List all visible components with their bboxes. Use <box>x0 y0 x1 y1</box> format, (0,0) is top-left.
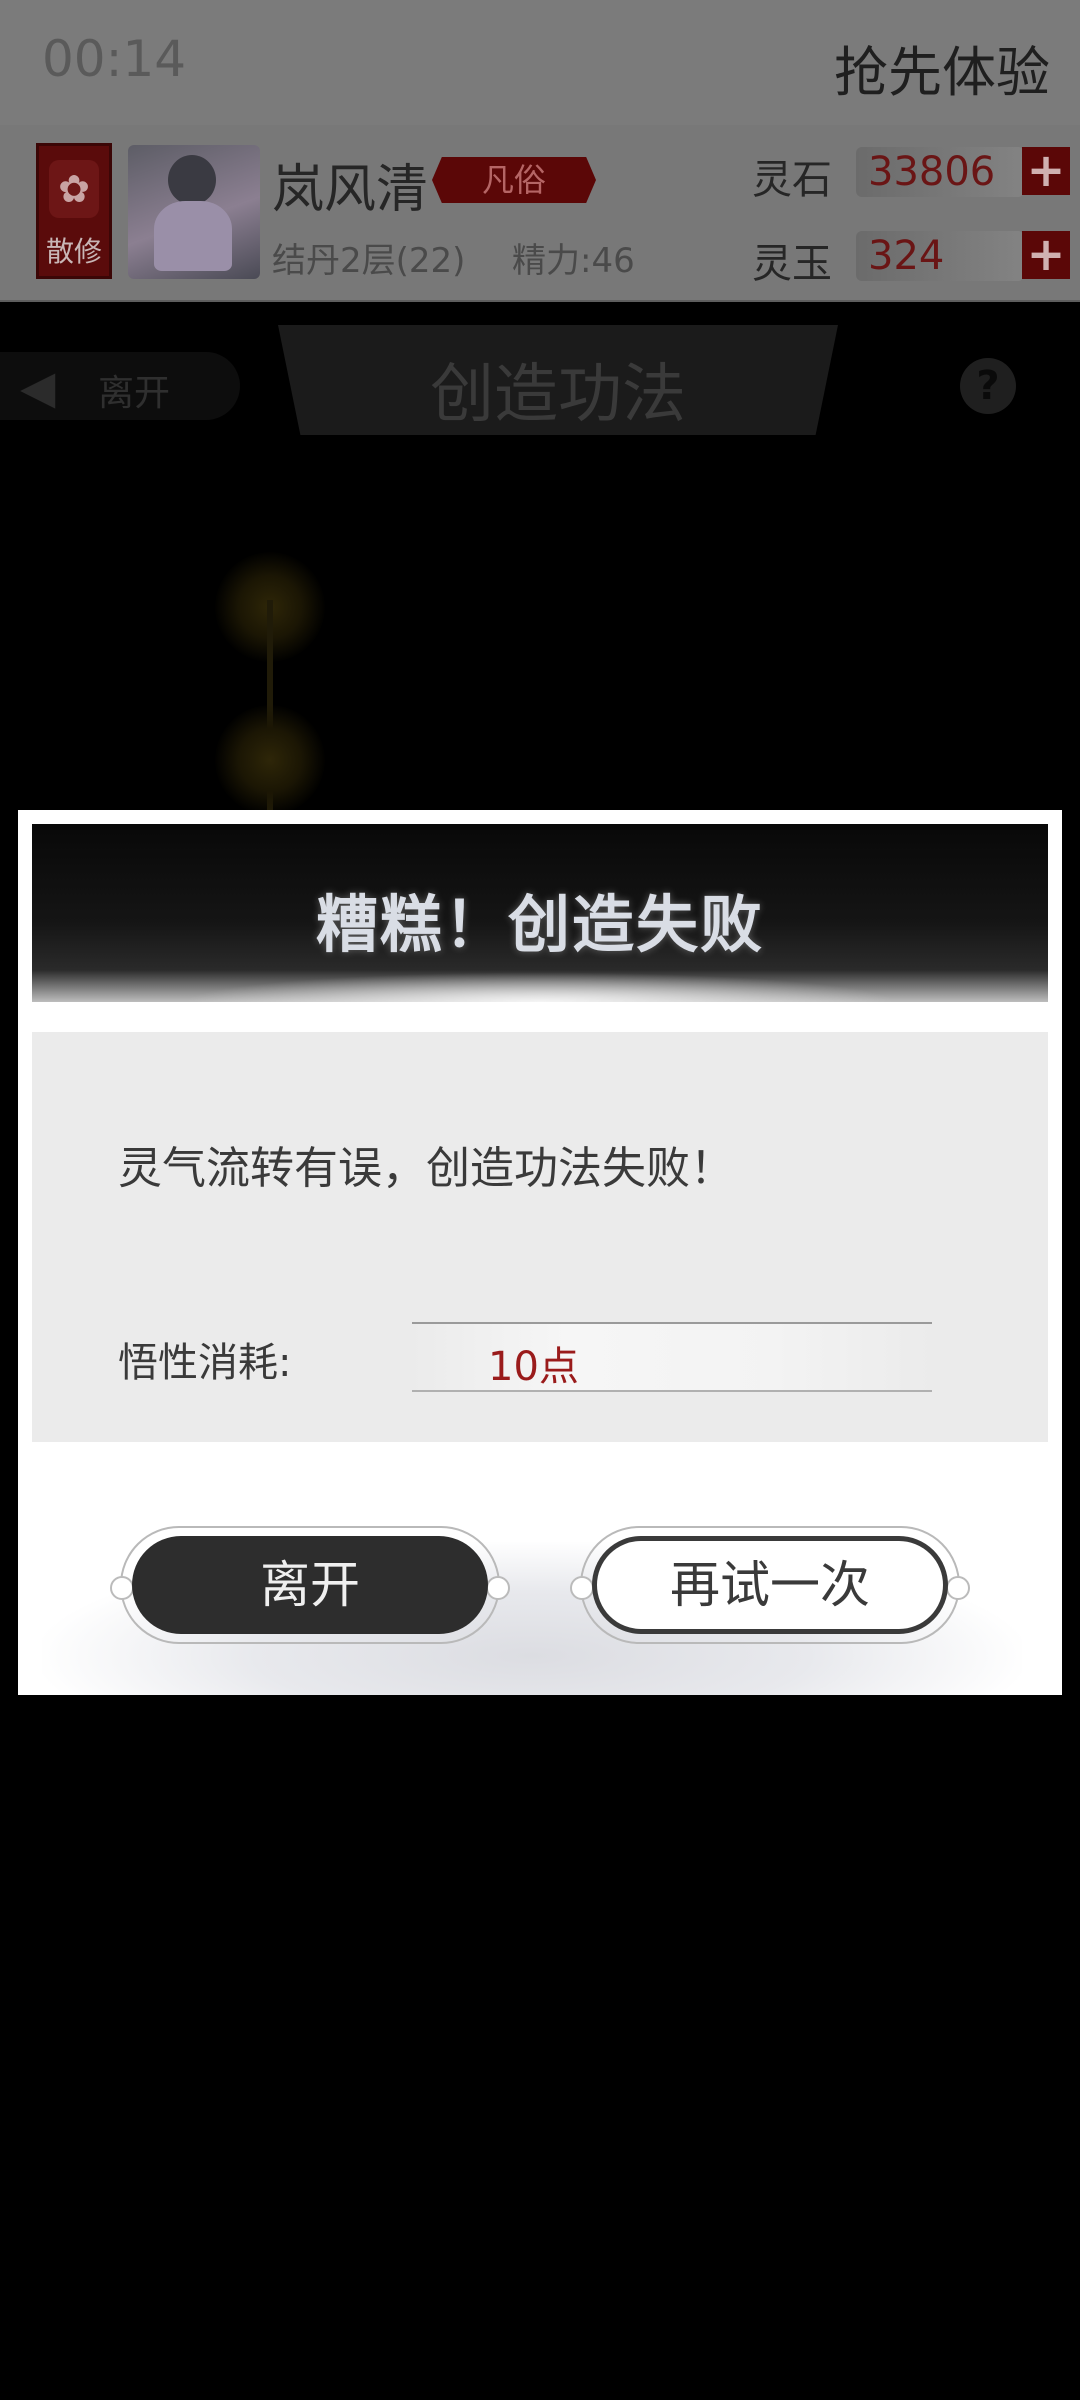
retry-button[interactable]: 再试一次 <box>592 1536 948 1634</box>
energy-stat: 精力:46 <box>512 241 635 281</box>
back-button[interactable]: ◀ 离开 <box>0 352 240 420</box>
dialog-banner: 糟糕！创造失败 <box>32 824 1048 1002</box>
insight-cost-label: 悟性消耗: <box>118 1340 292 1386</box>
spirit-jade-label: 灵玉 <box>752 241 832 287</box>
insight-cost-value: 10点 <box>488 1344 579 1390</box>
early-access-label: 抢先体验 <box>834 41 1050 104</box>
retry-button-frame: 再试一次 <box>570 1526 970 1644</box>
add-spirit-stone-button[interactable]: + <box>1022 147 1070 195</box>
creation-failed-dialog: 糟糕！创造失败 灵气流转有误，创造功法失败！ 悟性消耗: 10点 离开 再试一次 <box>18 810 1062 1695</box>
title-plate: 创造功法 <box>278 325 838 435</box>
cultivation-realm: 结丹2层(22) <box>272 241 466 281</box>
player-profile-bar: ✿ 散修 岚风清 凡俗 结丹2层(22) 精力:46 灵石 33806 + 灵玉… <box>0 125 1080 302</box>
spirit-stone-value: 33806 <box>856 147 1024 197</box>
dialog-title: 糟糕！创造失败 <box>315 888 764 961</box>
clock: 00:14 <box>42 30 187 88</box>
sect-label: 散修 <box>45 235 102 268</box>
rank-badge: 凡俗 <box>432 157 596 203</box>
sect-badge[interactable]: ✿ 散修 <box>36 143 112 279</box>
failure-message: 灵气流转有误，创造功法失败！ <box>118 1143 734 1194</box>
lotus-icon: ✿ <box>49 160 99 218</box>
page-title: 创造功法 <box>430 358 686 432</box>
spirit-jade-value: 324 <box>856 231 1024 281</box>
back-label: 离开 <box>98 373 171 414</box>
status-bar: 00:14 抢先体验 <box>0 0 1080 125</box>
dialog-footer: 离开 再试一次 <box>32 1442 1048 1695</box>
add-spirit-jade-button[interactable]: + <box>1022 231 1070 279</box>
plus-icon: + <box>1026 227 1066 281</box>
plus-icon: + <box>1026 143 1066 197</box>
help-icon[interactable]: ? <box>960 358 1016 414</box>
back-arrow-icon: ◀ <box>20 360 56 414</box>
insight-cost-field: 10点 <box>412 1322 932 1392</box>
avatar[interactable] <box>128 145 260 279</box>
leave-button-frame: 离开 <box>110 1526 510 1644</box>
meridian-node-glow <box>215 705 325 815</box>
page-header: ◀ 离开 创造功法 ? <box>0 300 1080 440</box>
character-name: 岚风清 <box>272 160 429 220</box>
dialog-body: 灵气流转有误，创造功法失败！ 悟性消耗: 10点 <box>32 1032 1048 1442</box>
spirit-stone-label: 灵石 <box>752 157 832 203</box>
leave-button[interactable]: 离开 <box>132 1536 488 1634</box>
